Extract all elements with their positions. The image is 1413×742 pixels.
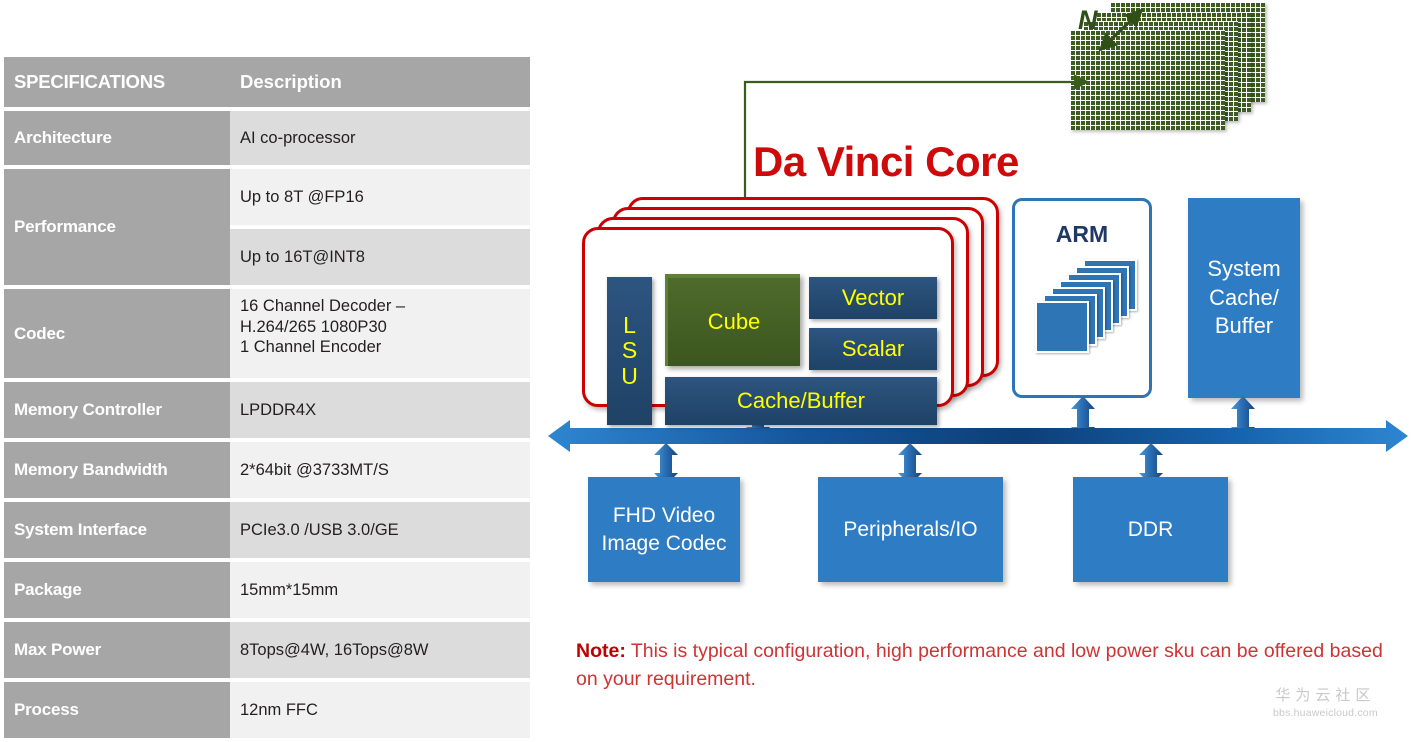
table-header-row: SPECIFICATIONS Description — [4, 57, 530, 107]
row-label-codec: Codec — [4, 289, 230, 378]
table-row: Max Power 8Tops@4W, 16Tops@8W — [4, 622, 530, 678]
row-label-package: Package — [4, 562, 230, 618]
core-card-front: L S U Cube Vector Scalar Cache/Buffer — [582, 227, 954, 425]
block-scalar: Scalar — [809, 328, 937, 370]
arm-card — [1035, 301, 1089, 353]
watermark-url: bbs.huaweicloud.com — [1273, 707, 1378, 719]
row-label-memory-controller: Memory Controller — [4, 382, 230, 438]
table-header-specifications: SPECIFICATIONS — [4, 57, 230, 107]
note-label: Note: — [576, 640, 626, 662]
specifications-table: SPECIFICATIONS Description Architecture … — [4, 57, 530, 742]
block-vector: Vector — [809, 277, 937, 319]
note-body: This is typical configuration, high perf… — [576, 640, 1383, 691]
system-cache-buffer-block: System Cache/ Buffer — [1188, 198, 1300, 398]
table-row: Memory Controller LPDDR4X — [4, 382, 530, 438]
row-label-performance: Performance — [4, 169, 230, 285]
block-peripherals-io: Peripherals/IO — [818, 477, 1003, 582]
row-value-process: 12nm FFC — [230, 682, 530, 738]
block-cache-buffer: Cache/Buffer — [665, 377, 937, 425]
table-row: System Interface PCIe3.0 /USB 3.0/GE — [4, 502, 530, 558]
row-value-codec: 16 Channel Decoder – H.264/265 1080P30 1… — [230, 289, 530, 378]
table-row: Package 15mm*15mm — [4, 562, 530, 618]
row-label-system-interface: System Interface — [4, 502, 230, 558]
block-lsu: L S U — [607, 277, 652, 425]
block-lsu-letter-l: L — [623, 312, 636, 339]
arm-label: ARM — [1055, 221, 1109, 247]
row-value-memory-bandwidth: 2*64bit @3733MT/S — [230, 442, 530, 498]
core-internal-blocks: L S U Cube Vector Scalar Cache/Buffer — [607, 274, 937, 425]
row-value-architecture: AI co-processor — [230, 111, 530, 165]
block-lsu-letter-s: S — [621, 337, 638, 364]
row-label-max-power: Max Power — [4, 622, 230, 678]
table-row: Process 12nm FFC — [4, 682, 530, 738]
row-label-process: Process — [4, 682, 230, 738]
matrix-dimension-label: N — [1078, 5, 1098, 35]
block-lsu-letter-u: U — [621, 362, 638, 389]
table-header-description: Description — [230, 57, 530, 107]
table-row: Architecture AI co-processor — [4, 111, 530, 165]
row-value-performance-int8: Up to 16T@INT8 — [230, 229, 530, 285]
architecture-diagram: N Da Vinci Core L S U Cube Vector Scalar… — [540, 0, 1413, 741]
watermark-chinese-text: 华为云社区 — [1275, 687, 1376, 704]
row-value-package: 15mm*15mm — [230, 562, 530, 618]
row-value-memory-controller: LPDDR4X — [230, 382, 530, 438]
row-value-performance-fp16: Up to 8T @FP16 — [230, 169, 530, 225]
block-fhd-video-image-codec: FHD Video Image Codec — [588, 477, 740, 582]
row-value-max-power: 8Tops@4W, 16Tops@8W — [230, 622, 530, 678]
row-label-architecture: Architecture — [4, 111, 230, 165]
table-row: Codec 16 Channel Decoder – H.264/265 108… — [4, 289, 530, 378]
page-title: Da Vinci Core — [753, 138, 1019, 185]
watermark: 华为云社区 bbs.huaweicloud.com — [1273, 684, 1378, 719]
davinci-core-stack: L S U Cube Vector Scalar Cache/Buffer — [582, 197, 1022, 425]
row-label-memory-bandwidth: Memory Bandwidth — [4, 442, 230, 498]
table-row: Memory Bandwidth 2*64bit @3733MT/S — [4, 442, 530, 498]
block-cube: Cube — [665, 274, 800, 366]
block-ddr: DDR — [1073, 477, 1228, 582]
table-row: Performance Up to 8T @FP16 Up to 16T@INT… — [4, 169, 530, 285]
row-value-system-interface: PCIe3.0 /USB 3.0/GE — [230, 502, 530, 558]
arm-cpu-stack-icon — [1035, 259, 1137, 357]
arm-block: ARM — [1012, 198, 1152, 398]
